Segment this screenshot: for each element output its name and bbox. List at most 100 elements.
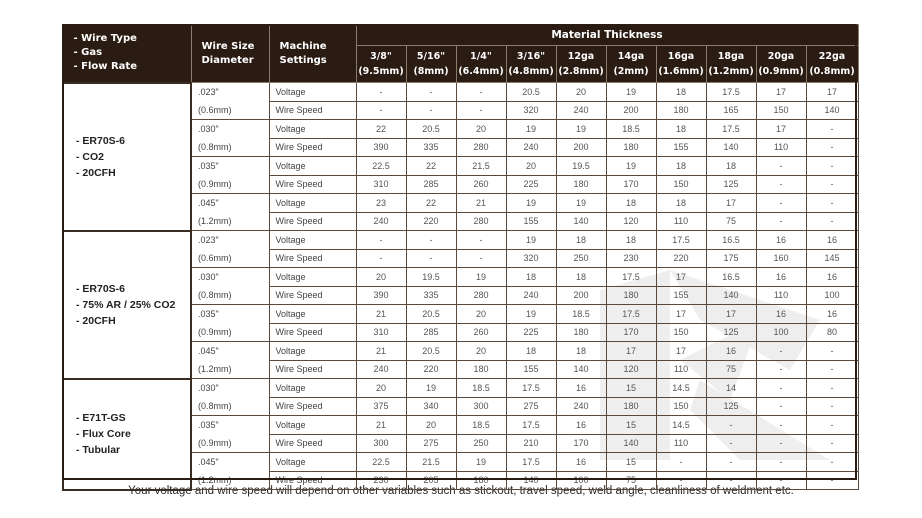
thickness-label: 14ga (617, 51, 645, 62)
header-wire-size-diameter-line: Diameter (201, 54, 254, 66)
thickness-mm: (8mm) (413, 66, 449, 77)
value-cell: 17 (755, 119, 807, 139)
value-cell: 220 (405, 211, 457, 231)
setting-label-voltage: Voltage (268, 341, 357, 361)
value-cell: 230 (605, 248, 657, 268)
value-cell: - (455, 248, 507, 268)
value-cell: 150 (655, 322, 707, 342)
thickness-mm: (1.2mm) (708, 66, 754, 77)
value-cell: 180 (655, 100, 707, 120)
value-cell: 340 (405, 396, 457, 416)
setting-label-voltage: Voltage (268, 119, 357, 139)
table-row: - ER70S-6 - CO2 - 20CFH .023" (0.6mm) Voltage… (62, 81, 859, 232)
value-cell: 16 (555, 452, 607, 472)
value-cell: 170 (605, 322, 657, 342)
wire-gas-flow-group-line: - 20CFH (76, 166, 116, 179)
header-wire-type-gas-flow: - Wire Type - Gas - Flow Rate (62, 24, 192, 83)
value-cell: 22 (355, 119, 407, 139)
value-cell: 280 (455, 137, 507, 157)
thickness-label: 12ga (567, 51, 595, 62)
value-cell: 240 (505, 137, 557, 157)
header-material-thickness: Material Thickness (355, 24, 859, 46)
setting-label-voltage: Voltage (268, 193, 357, 213)
value-cell: 17.5 (605, 267, 657, 287)
wire-size-cell: .035" (0.9mm) (190, 156, 270, 194)
value-cell: 18 (555, 341, 607, 361)
value-cell: 110 (655, 359, 707, 379)
header-thickness-2: 1/4" (6.4mm) (455, 45, 507, 83)
value-cell: 180 (455, 470, 507, 490)
value-cell: 16 (805, 230, 859, 250)
value-cell: 100 (805, 285, 859, 305)
header-thickness-9: 22ga (0.8mm) (805, 45, 859, 83)
value-cell: 22 (405, 156, 457, 176)
header-wire-size-diameter: Wire Size Diameter (190, 24, 270, 83)
value-cell: 15 (605, 452, 657, 472)
setting-label-wire-speed: Wire Speed (268, 285, 357, 305)
thickness-label: 16ga (667, 51, 695, 62)
value-cell: 19 (605, 82, 657, 102)
value-cell: 260 (455, 174, 507, 194)
value-cell: - (455, 100, 507, 120)
wire-size-mm: (0.9mm) (198, 179, 232, 189)
value-cell: - (755, 433, 807, 453)
setting-label-voltage: Voltage (268, 378, 357, 398)
value-cell: - (805, 174, 859, 194)
value-cell: 19.5 (555, 156, 607, 176)
value-cell: - (755, 211, 807, 231)
value-cell: 20 (455, 119, 507, 139)
value-cell: 20 (405, 415, 457, 435)
value-cell: 140 (705, 285, 757, 305)
value-cell: 280 (455, 285, 507, 305)
wire-size-mm: (0.8mm) (198, 290, 232, 300)
setting-label-voltage: Voltage (268, 452, 357, 472)
value-cell: - (355, 82, 407, 102)
value-cell: 17.5 (705, 82, 757, 102)
value-cell: 180 (605, 285, 657, 305)
value-cell: - (805, 452, 859, 472)
wire-gas-flow-group-line: - ER70S-6 (76, 282, 126, 295)
header-wire-type-gas-flow-line: - Wire Type (73, 33, 137, 45)
value-cell: 17 (705, 304, 757, 324)
value-cell: 17.5 (655, 230, 707, 250)
thickness-mm: (6.4mm) (458, 66, 504, 77)
wire-gas-flow-group-line: - Tubular (76, 444, 121, 456)
wire-size-cell: .045" (1.2mm) (190, 341, 270, 379)
thickness-label: 22ga (818, 51, 846, 62)
value-cell: 18 (605, 193, 657, 213)
setting-label-voltage: Voltage (268, 415, 357, 435)
value-cell: 18 (705, 156, 757, 176)
header-wire-type-gas-flow-line: - Flow Rate (73, 61, 138, 73)
wire-gas-flow-group-line: - E71T-GS (76, 412, 126, 424)
value-cell: - (755, 378, 807, 398)
value-cell: - (355, 100, 407, 120)
value-cell: 335 (405, 137, 457, 157)
value-cell: 310 (355, 322, 407, 342)
wire-gas-flow-group: - ER70S-6 - 75% AR / 25% CO2 - 20CFH (62, 229, 192, 380)
value-cell: 75 (705, 211, 757, 231)
value-cell: - (405, 248, 457, 268)
value-cell: 110 (655, 433, 707, 453)
value-cell: 17 (655, 267, 707, 287)
header-machine-settings: Machine Settings (268, 24, 357, 83)
value-cell: 18 (655, 82, 707, 102)
wire-size-inches: .045" (198, 457, 219, 467)
welding-settings-table: - Wire Type - Gas - Flow Rate Wire Size Diam… (62, 24, 859, 491)
thickness-label: 5/16" (416, 51, 446, 62)
value-cell: - (755, 415, 807, 435)
header-thickness-7: 18ga (1.2mm) (705, 45, 757, 83)
header-wire-size-diameter-line: Wire Size (201, 40, 255, 52)
wire-gas-flow-group-line: - Flux Core (76, 428, 131, 440)
value-cell: 260 (455, 322, 507, 342)
value-cell: 21 (455, 193, 507, 213)
setting-label-wire-speed: Wire Speed (268, 100, 357, 120)
value-cell: 14 (705, 378, 757, 398)
wire-size-inches: .030" (198, 272, 219, 282)
wire-size-mm: (0.8mm) (198, 142, 232, 152)
value-cell: - (805, 396, 859, 416)
value-cell: 18.5 (455, 415, 507, 435)
setting-label-voltage: Voltage (268, 230, 357, 250)
value-cell: 16 (805, 304, 859, 324)
value-cell: - (755, 341, 807, 361)
setting-label-wire-speed: Wire Speed (268, 322, 357, 342)
